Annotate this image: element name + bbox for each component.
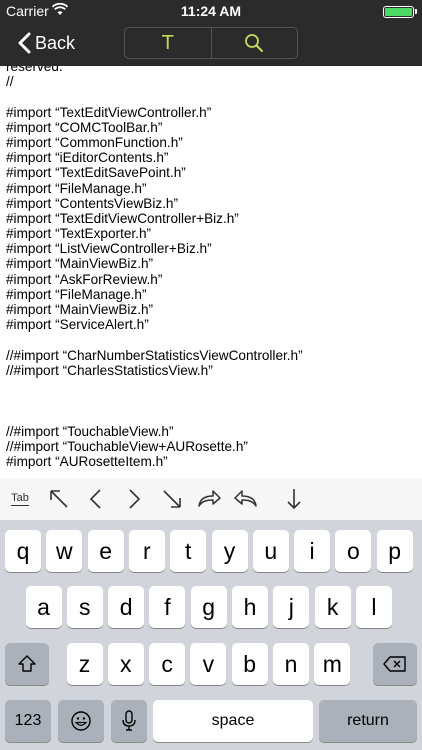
status-bar: Carrier 11:24 AM	[0, 0, 422, 22]
emoji-icon	[71, 711, 91, 731]
key-z[interactable]: z	[66, 643, 103, 685]
key-k[interactable]: k	[314, 586, 351, 628]
key-y[interactable]: y	[211, 530, 248, 572]
shift-icon	[18, 655, 36, 672]
key-g[interactable]: g	[190, 586, 227, 628]
key-x[interactable]: x	[107, 643, 144, 685]
delete-key[interactable]	[373, 643, 417, 685]
return-key[interactable]: return	[319, 700, 417, 742]
text-editor[interactable]: reserved.// #import “TextEditViewControll…	[0, 66, 422, 478]
key-i[interactable]: i	[294, 530, 331, 572]
tab-label: Tab	[11, 492, 29, 506]
undo-button[interactable]	[231, 484, 261, 514]
cursor-right-button[interactable]	[120, 484, 150, 514]
mode-segmented-control: T	[124, 27, 298, 59]
key-q[interactable]: q	[5, 530, 41, 572]
key-f[interactable]: f	[149, 586, 186, 628]
editor-lines: reserved.// #import “TextEditViewControll…	[6, 66, 303, 469]
arrow-up-left-icon	[50, 490, 68, 508]
key-m[interactable]: m	[314, 643, 351, 685]
dictation-key[interactable]	[111, 700, 147, 742]
key-h[interactable]: h	[232, 586, 268, 628]
key-s[interactable]: s	[66, 586, 103, 628]
undo-icon	[234, 490, 257, 507]
code-line: #import “COMCToolBar.h”	[6, 119, 163, 135]
text-mode-segment[interactable]: T	[125, 28, 211, 58]
battery-tip	[415, 9, 417, 14]
emoji-key[interactable]	[58, 700, 104, 742]
key-o[interactable]: o	[335, 530, 372, 572]
code-line: #import “MainViewBiz.h”	[6, 256, 154, 272]
code-line: #import “FileManage.h”	[6, 286, 147, 302]
chevron-right-icon	[129, 489, 141, 509]
key-e[interactable]: e	[87, 530, 124, 572]
code-line: //#import “TouchableView.h”	[6, 423, 174, 439]
code-line: #import “CommonFunction.h”	[6, 134, 183, 150]
code-line: #import “AURosetteItem.h”	[6, 453, 168, 469]
cursor-left-button[interactable]	[80, 484, 110, 514]
key-b[interactable]: b	[231, 643, 268, 685]
redo-button[interactable]	[194, 484, 224, 514]
backspace-icon	[383, 656, 406, 672]
tab-button[interactable]: Tab	[5, 484, 35, 514]
chevron-left-icon	[89, 489, 101, 509]
key-j[interactable]: j	[273, 586, 310, 628]
cursor-line-start-button[interactable]	[44, 484, 74, 514]
code-line: #import “TextExporter.h”	[6, 226, 152, 242]
key-a[interactable]: a	[25, 586, 62, 628]
code-line: #import “ListViewController+Biz.h”	[6, 241, 212, 257]
keyboard: 123 space return qwertyuiop asdfghjkl zxcv…	[0, 520, 422, 750]
code-line: #import “TextEditSavePoint.h”	[6, 165, 186, 181]
key-r[interactable]: r	[128, 530, 165, 572]
search-segment[interactable]	[210, 28, 298, 58]
arrow-down-icon	[287, 489, 301, 510]
key-u[interactable]: u	[252, 530, 289, 572]
code-line: #import “ServiceAlert.h”	[6, 317, 149, 333]
code-line: #import “AskForReview.h”	[6, 271, 163, 287]
microphone-icon	[122, 710, 136, 731]
back-label: Back	[35, 32, 76, 53]
code-line: //#import “CharNumberStatisticsViewContr…	[6, 347, 303, 363]
battery-icon	[383, 6, 414, 18]
key-t[interactable]: t	[170, 530, 207, 572]
editor-accessory-bar: Tab	[0, 478, 422, 520]
code-line: #import “MainViewBiz.h”	[6, 302, 154, 317]
top-bar: Carrier 11:24 AM Back T	[0, 0, 422, 66]
redo-icon	[198, 490, 221, 507]
code-line: //	[6, 74, 14, 90]
arrow-down-right-icon	[163, 490, 181, 508]
cursor-line-end-button[interactable]	[157, 484, 187, 514]
key-n[interactable]: n	[273, 643, 309, 685]
code-line: reserved.	[6, 66, 63, 74]
key-v[interactable]: v	[190, 643, 227, 685]
search-icon	[245, 34, 264, 52]
dismiss-keyboard-button[interactable]	[279, 484, 309, 514]
back-button[interactable]: Back	[18, 30, 75, 56]
code-line: #import “TextEditViewController.h”	[6, 104, 212, 120]
status-time: 11:24 AM	[180, 3, 242, 19]
code-line: #import “FileManage.h”	[6, 180, 147, 196]
shift-key[interactable]	[5, 643, 49, 685]
key-c[interactable]: c	[149, 643, 186, 685]
code-line: //#import “CharlesStatisticsView.h”	[6, 362, 213, 378]
numbers-key[interactable]: 123	[5, 700, 51, 742]
code-line: #import “TextEditViewController+Biz.h”	[6, 210, 239, 226]
key-l[interactable]: l	[355, 586, 392, 628]
key-p[interactable]: p	[376, 530, 413, 572]
key-d[interactable]: d	[108, 586, 145, 628]
code-line: #import “ContentsViewBiz.h”	[6, 195, 179, 211]
code-line: //#import “TouchableView+AURosette.h”	[6, 438, 248, 454]
key-w[interactable]: w	[46, 530, 83, 572]
code-line: #import “iEditorContents.h”	[6, 150, 169, 166]
space-key[interactable]: space	[153, 700, 313, 742]
chevron-left-icon	[18, 32, 31, 54]
